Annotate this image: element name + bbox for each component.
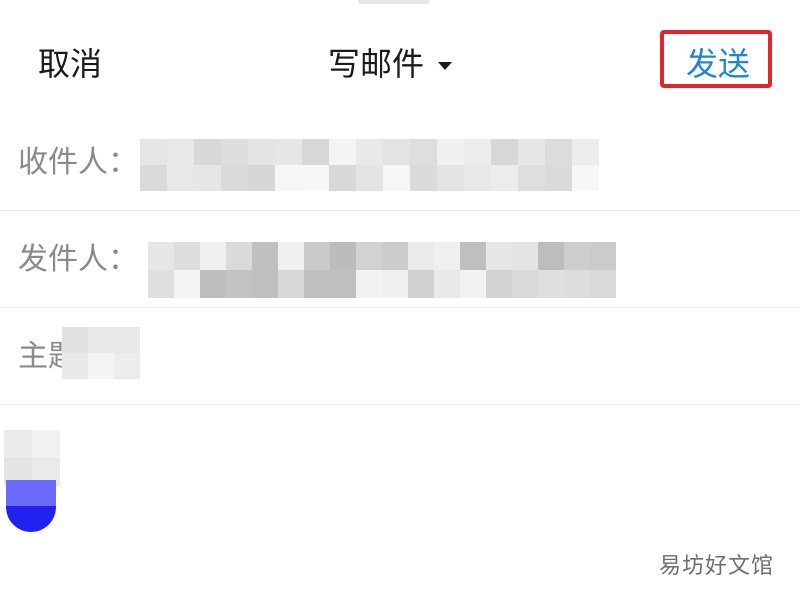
mosaic-cell	[572, 165, 599, 191]
send-button[interactable]: 发送	[686, 42, 750, 86]
mosaic-cell	[4, 430, 32, 458]
mosaic-cell	[194, 139, 221, 165]
caret-down-icon	[438, 62, 453, 70]
mosaic-cell	[275, 139, 302, 165]
sender-label: 发件人：	[18, 242, 138, 277]
avatar	[6, 480, 56, 532]
mosaic-cell	[88, 327, 114, 353]
mosaic-cell	[383, 139, 410, 165]
mosaic-cell	[32, 430, 60, 458]
compose-email-screen: 取消 写邮件 发送 收件人： 发件人： 主题 易坊好文馆	[0, 0, 800, 600]
mosaic-cell	[460, 270, 486, 298]
mosaic-cell	[491, 139, 518, 165]
mosaic-cell	[382, 270, 408, 298]
avatar-top	[6, 480, 56, 506]
mosaic-cell	[460, 242, 486, 270]
mosaic-cell	[226, 270, 252, 298]
recipient-field-row[interactable]: 收件人：	[0, 115, 800, 211]
mosaic-cell	[330, 242, 356, 270]
mosaic-cell	[148, 270, 174, 298]
mosaic-cell	[252, 270, 278, 298]
mosaic-cell	[564, 242, 590, 270]
mosaic-cell	[62, 327, 88, 353]
mosaic-cell	[356, 139, 383, 165]
mosaic-cell	[464, 139, 491, 165]
mosaic-cell	[88, 353, 114, 379]
mosaic-cell	[174, 242, 200, 270]
mosaic-cell	[590, 242, 616, 270]
mosaic-cell	[226, 242, 252, 270]
sender-value-pixelated[interactable]	[148, 242, 616, 298]
watermark: 易坊好文馆	[658, 554, 774, 579]
mosaic-cell	[140, 139, 167, 165]
compose-title-dropdown[interactable]: 写邮件	[328, 42, 453, 86]
mosaic-cell	[486, 242, 512, 270]
mosaic-cell	[437, 139, 464, 165]
mosaic-cell	[275, 165, 302, 191]
mosaic-cell	[221, 139, 248, 165]
mosaic-cell	[564, 270, 590, 298]
mosaic-cell	[437, 165, 464, 191]
mosaic-cell	[248, 139, 275, 165]
mosaic-cell	[330, 270, 356, 298]
mosaic-cell	[410, 165, 437, 191]
mosaic-cell	[572, 139, 599, 165]
mosaic-cell	[538, 242, 564, 270]
mosaic-cell	[278, 270, 304, 298]
mosaic-cell	[356, 165, 383, 191]
mosaic-cell	[329, 139, 356, 165]
mosaic-cell	[62, 353, 88, 379]
cancel-button[interactable]: 取消	[38, 42, 102, 86]
mosaic-cell	[167, 165, 194, 191]
page-title: 写邮件	[328, 45, 425, 83]
mosaic-cell	[329, 165, 356, 191]
mosaic-cell	[545, 165, 572, 191]
mosaic-cell	[434, 242, 460, 270]
mosaic-cell	[278, 242, 304, 270]
sender-field-row[interactable]: 发件人：	[0, 212, 800, 308]
mosaic-cell	[434, 270, 460, 298]
mosaic-cell	[491, 165, 518, 191]
mosaic-cell	[114, 353, 140, 379]
mosaic-cell	[140, 165, 167, 191]
mosaic-cell	[167, 139, 194, 165]
mosaic-cell	[148, 242, 174, 270]
mosaic-cell	[538, 270, 564, 298]
subject-value-pixelated[interactable]	[62, 327, 140, 379]
mosaic-cell	[545, 139, 572, 165]
mosaic-cell	[356, 242, 382, 270]
mosaic-cell	[464, 165, 491, 191]
mosaic-cell	[590, 270, 616, 298]
mosaic-cell	[382, 242, 408, 270]
mosaic-cell	[200, 242, 226, 270]
mosaic-cell	[174, 270, 200, 298]
recipient-label: 收件人：	[18, 145, 138, 180]
mosaic-cell	[486, 270, 512, 298]
mosaic-cell	[383, 165, 410, 191]
mosaic-cell	[410, 139, 437, 165]
mosaic-cell	[518, 139, 545, 165]
mosaic-cell	[200, 270, 226, 298]
mosaic-cell	[518, 165, 545, 191]
mosaic-cell	[512, 270, 538, 298]
mosaic-cell	[221, 165, 248, 191]
mosaic-cell	[408, 242, 434, 270]
body-cursor-pixelated	[4, 430, 60, 486]
mosaic-cell	[302, 165, 329, 191]
mosaic-cell	[194, 165, 221, 191]
recipient-value-pixelated[interactable]	[140, 139, 599, 191]
mosaic-cell	[408, 270, 434, 298]
subject-field-row[interactable]: 主题	[0, 309, 800, 405]
nav-bar: 取消 写邮件 发送	[0, 0, 800, 112]
mosaic-cell	[114, 327, 140, 353]
mosaic-cell	[512, 242, 538, 270]
mosaic-cell	[304, 270, 330, 298]
mosaic-cell	[252, 242, 278, 270]
mosaic-cell	[356, 270, 382, 298]
mosaic-cell	[248, 165, 275, 191]
mosaic-cell	[302, 139, 329, 165]
mosaic-cell	[304, 242, 330, 270]
